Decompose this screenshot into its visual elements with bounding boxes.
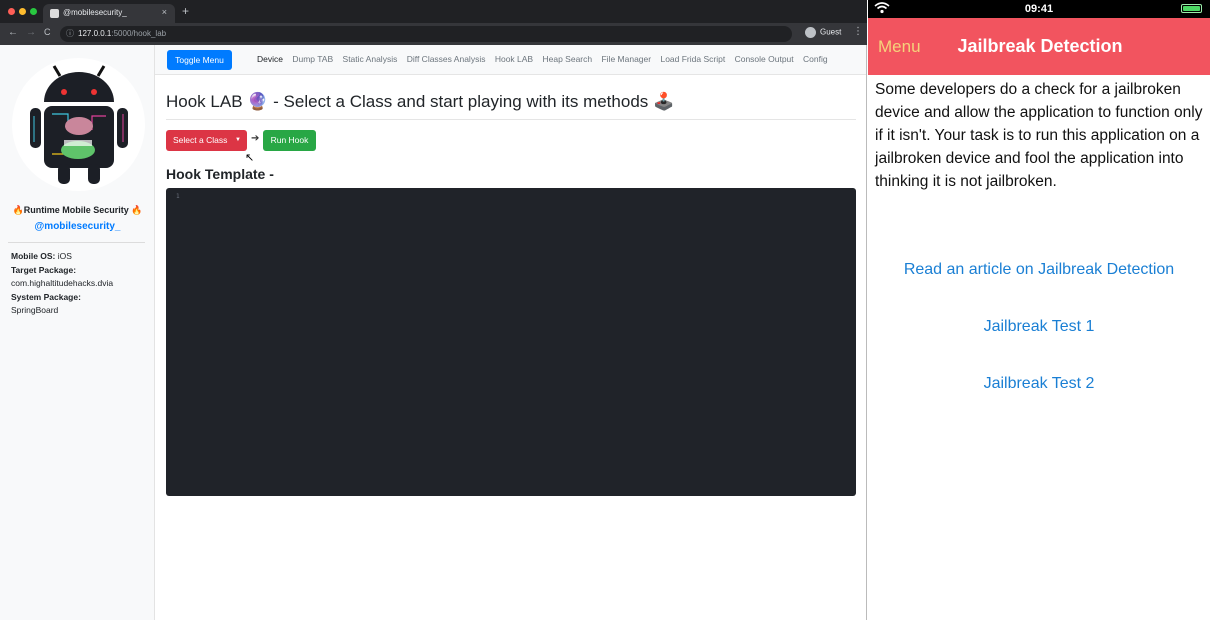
app-title: Jailbreak Detection <box>957 36 1123 56</box>
nav-static-analysis[interactable]: Static Analysis <box>343 54 398 64</box>
tab-close-icon[interactable]: × <box>162 7 167 17</box>
forward-icon[interactable]: → <box>26 27 36 38</box>
favicon-icon <box>50 9 59 18</box>
nav-links: Device Dump TAB Static Analysis Diff Cla… <box>257 54 835 64</box>
url-path: :5000/hook_lab <box>111 29 167 38</box>
jailbreak-test-1-button[interactable]: Jailbreak Test 1 <box>868 318 1210 336</box>
nav-config[interactable]: Config <box>803 54 828 64</box>
page-title: Hook LAB 🔮 - Select a Class and start pl… <box>166 92 675 111</box>
nav-device[interactable]: Device <box>257 54 283 64</box>
tab-title: @mobilesecurity_ <box>63 8 127 17</box>
profile-label: Guest <box>820 27 842 37</box>
main-content: Toggle Menu Device Dump TAB Static Analy… <box>155 45 866 620</box>
back-icon[interactable]: ← <box>8 27 18 38</box>
maximize-window-button[interactable] <box>30 8 37 15</box>
editor-line-number: 1 <box>176 193 180 200</box>
url-host: 127.0.0.1 <box>78 29 112 38</box>
target-package-label: Target Package: <box>11 264 77 275</box>
select-class-label: Select a Class <box>173 135 228 145</box>
mobile-os-value: iOS <box>55 251 72 261</box>
profile-button[interactable]: Guest <box>805 27 841 38</box>
browser-titlebar: @mobilesecurity_ × + <box>0 0 867 23</box>
close-window-button[interactable] <box>8 8 15 15</box>
challenge-description: Some developers do a check for a jailbro… <box>875 81 1203 190</box>
ios-status-bar: 09:41 <box>868 0 1210 18</box>
nav-hook-lab[interactable]: Hook LAB <box>495 54 533 64</box>
rms-android-logo <box>12 58 145 191</box>
top-navbar: Toggle Menu Device Dump TAB Static Analy… <box>155 45 866 75</box>
nav-heap-search[interactable]: Heap Search <box>542 54 592 64</box>
rms-handle-link[interactable]: @mobilesecurity_ <box>0 221 155 232</box>
hook-template-heading: Hook Template - <box>166 166 274 182</box>
browser-tab[interactable]: @mobilesecurity_ × <box>43 4 175 23</box>
mouse-cursor-icon: ↖ <box>245 152 255 164</box>
code-editor[interactable]: 1 <box>166 188 856 496</box>
read-article-link[interactable]: Read an article on Jailbreak Detection <box>868 261 1210 279</box>
mobile-os-label: Mobile OS: <box>11 251 56 261</box>
battery-icon <box>1181 4 1202 13</box>
address-bar[interactable]: ⓘ 127.0.0.1:5000/hook_lab <box>60 26 792 42</box>
target-package-value: com.highaltitudehacks.dvia <box>11 278 114 288</box>
status-time: 09:41 <box>1024 3 1054 15</box>
browser-menu-icon[interactable]: ⋮ <box>853 26 863 37</box>
mobile-os-row: Mobile OS: iOS <box>11 250 113 264</box>
browser-toolbar: ← → C ⓘ 127.0.0.1:5000/hook_lab Guest ⋮ <box>0 23 867 45</box>
site-info-icon[interactable]: ⓘ <box>66 28 74 39</box>
nav-diff-classes-analysis[interactable]: Diff Classes Analysis <box>407 54 486 64</box>
new-tab-button[interactable]: + <box>182 4 189 18</box>
nav-console-output[interactable]: Console Output <box>735 54 794 64</box>
nav-load-frida-script[interactable]: Load Frida Script <box>660 54 725 64</box>
system-package-value: SpringBoard <box>11 305 59 315</box>
nav-dump-tab[interactable]: Dump TAB <box>292 54 333 64</box>
arrow-right-icon: ➔ <box>251 133 260 144</box>
run-hook-button[interactable]: Run Hook <box>263 130 316 151</box>
rms-title: 🔥Runtime Mobile Security 🔥 <box>12 205 143 215</box>
url-text: 127.0.0.1:5000/hook_lab <box>78 29 166 38</box>
minimize-window-button[interactable] <box>19 8 26 15</box>
nav-file-manager[interactable]: File Manager <box>601 54 651 64</box>
system-package-label: System Package: <box>11 291 81 302</box>
app-navbar: Menu Jailbreak Detection <box>868 18 1210 75</box>
sidebar-divider <box>8 242 145 243</box>
toggle-menu-button[interactable]: Toggle Menu <box>167 50 232 70</box>
caret-down-icon: ▼ <box>235 137 241 143</box>
device-info: Mobile OS: iOS Target Package: com.higha… <box>11 250 113 318</box>
avatar-icon <box>805 27 816 38</box>
browser-window: @mobilesecurity_ × + ← → C ⓘ 127.0.0.1:5… <box>0 0 867 620</box>
reload-icon[interactable]: C <box>44 27 51 37</box>
sidebar: 🔥Runtime Mobile Security 🔥 @mobilesecuri… <box>0 45 155 620</box>
title-divider <box>166 119 856 120</box>
ios-simulator: 09:41 Menu Jailbreak Detection Some deve… <box>868 0 1210 620</box>
select-class-dropdown[interactable]: Select a Class ▼ <box>166 130 247 151</box>
jailbreak-test-2-button[interactable]: Jailbreak Test 2 <box>868 375 1210 393</box>
